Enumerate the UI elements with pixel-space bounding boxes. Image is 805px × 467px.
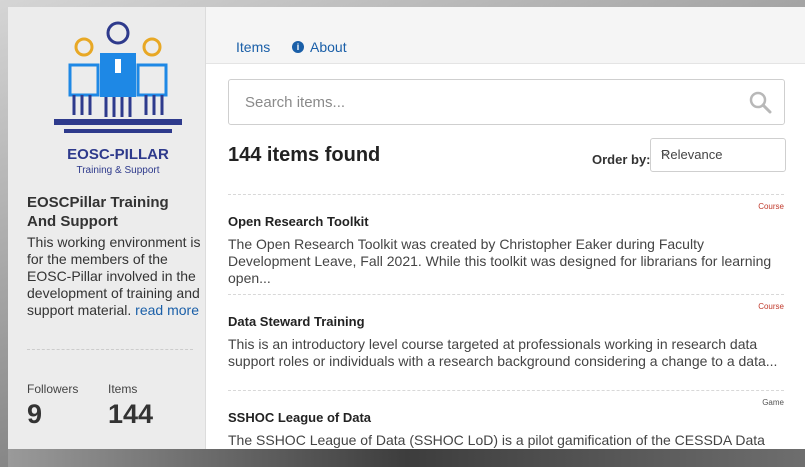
followers-count: 9	[27, 399, 43, 429]
org-description: This working environment is for the memb…	[27, 234, 203, 319]
items-count: 144	[108, 399, 154, 429]
item-title[interactable]: SSHOC League of Data	[228, 410, 371, 425]
item-title[interactable]: Open Research Toolkit	[228, 214, 369, 229]
items-label: Items	[108, 382, 138, 396]
top-nav: Items i About	[206, 7, 805, 64]
item-title[interactable]: Data Steward Training	[228, 314, 365, 329]
item-type-badge: Course	[758, 202, 784, 211]
item-description: The SSHOC League of Data (SSHOC LoD) is …	[228, 432, 765, 448]
tab-items[interactable]: Items	[236, 39, 270, 55]
sidebar-divider	[27, 349, 193, 350]
result-item[interactable]: Course Open Research Toolkit The Open Re…	[228, 194, 784, 286]
eosc-pillar-logo: EOSC-PILLAR Training & Support	[54, 21, 182, 176]
org-title: EOSCPillar Training And Support	[27, 194, 169, 230]
search-icon[interactable]	[748, 90, 772, 114]
result-item[interactable]: Game SSHOC League of Data The SSHOC Leag…	[228, 390, 784, 448]
results-count: 144 items found	[228, 144, 381, 166]
sidebar: EOSC-PILLAR Training & Support EOSCPilla…	[8, 7, 206, 449]
order-by-label: Order by:	[592, 152, 651, 167]
search-box	[228, 79, 785, 125]
order-by-select[interactable]: Relevance ⌵	[650, 138, 786, 172]
followers-label: Followers	[27, 382, 79, 396]
item-type-badge: Game	[762, 398, 784, 407]
search-input[interactable]	[229, 80, 727, 124]
logo-text: EOSC-PILLAR	[67, 146, 169, 163]
item-type-badge: Course	[758, 302, 784, 311]
logo-subtext: Training & Support	[76, 165, 159, 176]
chevron-down-icon: ⌵	[661, 147, 669, 158]
read-more-link[interactable]: read more	[135, 302, 199, 318]
followers-stat: Followers 9	[27, 382, 78, 430]
info-icon: i	[292, 41, 304, 53]
result-item[interactable]: Course Data Steward Training This is an …	[228, 294, 784, 369]
bottom-bar	[8, 449, 805, 467]
items-stat: Items 144	[108, 382, 153, 430]
tab-about[interactable]: i About	[292, 39, 347, 55]
item-description: This is an introductory level course tar…	[228, 336, 778, 369]
item-description: The Open Research Toolkit was created by…	[228, 236, 772, 286]
main-content: Items i About 144 items found Order by: …	[206, 7, 805, 449]
tab-about-label: About	[310, 39, 347, 55]
app-frame: EOSC-PILLAR Training & Support EOSCPilla…	[8, 7, 805, 449]
